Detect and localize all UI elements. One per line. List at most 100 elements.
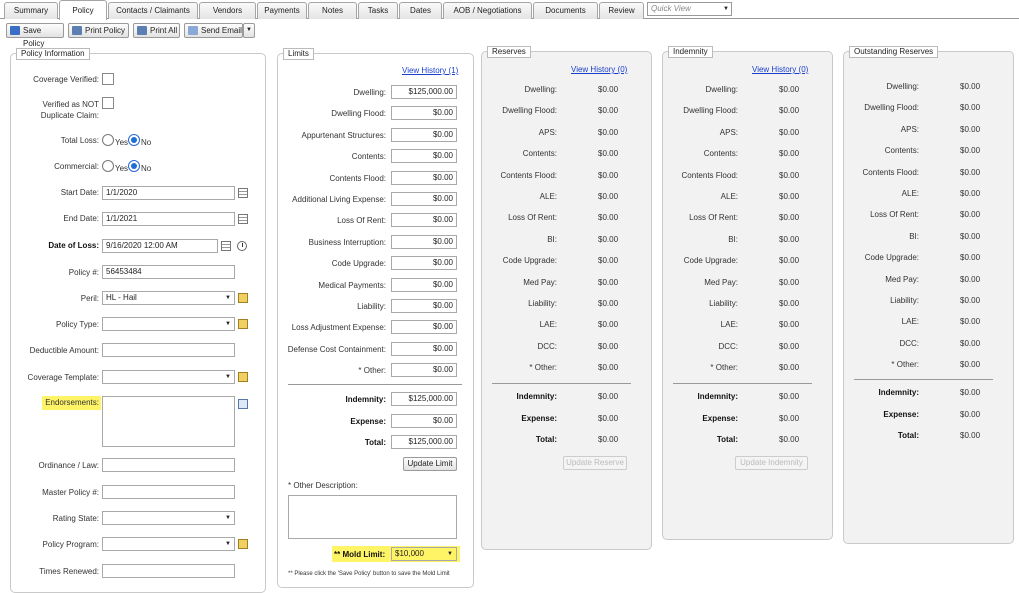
print-all-label: Print All xyxy=(150,26,178,35)
limit-row-input[interactable]: $0.00 xyxy=(391,320,457,335)
reserves-row-value: $0.00 xyxy=(598,170,619,180)
date-of-loss-input[interactable]: 9/16/2020 12:00 AM xyxy=(102,239,218,253)
email-icon xyxy=(188,26,198,35)
outstanding-row-label: BI: xyxy=(909,231,919,241)
update-reserve-button[interactable]: Update Reserve xyxy=(563,456,627,470)
quick-view-select[interactable]: Quick View ▼ xyxy=(647,2,732,16)
send-email-button[interactable]: Send Email xyxy=(184,23,243,38)
tab-payments[interactable]: Payments xyxy=(257,2,307,19)
tab-vendors[interactable]: Vendors xyxy=(199,2,256,19)
indemnity-row-label: Dwelling: xyxy=(705,85,738,94)
limit-row-input[interactable]: $0.00 xyxy=(391,192,457,206)
tab-documents[interactable]: Documents xyxy=(533,2,598,19)
rating-state-select[interactable]: ▼ xyxy=(102,511,235,525)
print-all-button[interactable]: Print All xyxy=(133,23,180,38)
limit-row-input[interactable]: $0.00 xyxy=(391,106,457,121)
limit-row-input[interactable]: $0.00 xyxy=(391,127,457,142)
send-email-dropdown[interactable]: ▼ xyxy=(243,23,255,38)
other-description-textarea[interactable] xyxy=(288,495,457,539)
ordinance-input[interactable] xyxy=(102,458,235,472)
limit-row-input[interactable]: $0.00 xyxy=(391,256,457,271)
limit-row-input[interactable]: $0.00 xyxy=(391,234,457,249)
outstanding-row-label: Contents Flood: xyxy=(862,167,919,177)
coverage-template-select[interactable]: ▼ xyxy=(102,370,235,384)
limit-row-input[interactable]: $0.00 xyxy=(391,299,457,313)
outstanding-row-value: $0.00 xyxy=(960,360,981,370)
end-date-label: End Date: xyxy=(63,214,99,223)
update-indemnity-button[interactable]: Update Indemnity xyxy=(735,456,808,470)
limit-row-input[interactable]: $0.00 xyxy=(391,170,457,185)
outstanding-row-value: $0.00 xyxy=(960,103,981,113)
tab-aob-negotiations[interactable]: AOB / Negotiations xyxy=(443,2,532,19)
outstanding-reserves-legend: Outstanding Reserves xyxy=(849,46,939,58)
commercial-yes-radio[interactable] xyxy=(102,160,114,172)
other-description-label: * Other Description: xyxy=(288,481,358,490)
indemnity-row-label: DCC: xyxy=(718,341,738,351)
limit-total-input[interactable]: $125,000.00 xyxy=(391,392,457,406)
limits-view-history-link[interactable]: View History (1) xyxy=(402,66,458,75)
end-date-input[interactable]: 1/1/2021 xyxy=(102,212,235,226)
commercial-no-radio[interactable] xyxy=(128,160,140,172)
outstanding-row-value: $0.00 xyxy=(960,253,981,263)
limit-row-label: Code Upgrade: xyxy=(331,259,386,269)
limit-row-label: Additional Living Expense: xyxy=(292,195,386,204)
endorsements-textarea[interactable] xyxy=(102,396,235,447)
save-policy-button[interactable]: Save Policy xyxy=(6,23,64,48)
tab-policy[interactable]: Policy xyxy=(59,0,107,20)
limit-row-input[interactable]: $0.00 xyxy=(391,213,457,228)
not-duplicate-checkbox[interactable] xyxy=(102,97,114,109)
total-loss-no-label: No xyxy=(141,138,152,147)
chevron-down-icon: ▼ xyxy=(447,551,453,557)
tab-contacts-claimants[interactable]: Contacts / Claimants xyxy=(108,2,198,19)
update-limit-button[interactable]: Update Limit xyxy=(403,457,457,471)
policy-type-select[interactable]: ▼ xyxy=(102,317,235,331)
mold-limit-select[interactable]: $10,000 ▼ xyxy=(391,547,457,561)
total-loss-yes-radio[interactable] xyxy=(102,134,114,146)
tab-review[interactable]: Review xyxy=(599,2,644,19)
limit-row-input[interactable]: $0.00 xyxy=(391,341,457,356)
coverage-verified-checkbox[interactable] xyxy=(102,73,114,85)
limit-total-input[interactable]: $0.00 xyxy=(391,413,457,428)
reserves-row-value: $0.00 xyxy=(598,192,619,201)
reserves-view-history-link[interactable]: View History (0) xyxy=(571,65,627,74)
save-policy-label: Save Policy xyxy=(23,26,45,48)
limit-row-input[interactable]: $0.00 xyxy=(391,277,457,292)
reserves-row-label: Code Upgrade: xyxy=(502,256,557,266)
limit-row-input[interactable]: $125,000.00 xyxy=(391,85,457,99)
outstanding-row-value: $0.00 xyxy=(960,82,981,91)
times-renewed-input[interactable] xyxy=(102,564,235,578)
limit-row-label: Contents Flood: xyxy=(329,173,386,183)
date-of-loss-label: Date of Loss: xyxy=(48,241,99,250)
tab-notes[interactable]: Notes xyxy=(308,2,357,19)
peril-select[interactable]: HL - Hail ▼ xyxy=(102,291,235,305)
tab-tasks[interactable]: Tasks xyxy=(358,2,398,19)
total-loss-no-radio[interactable] xyxy=(128,134,140,146)
limit-row-input[interactable]: $0.00 xyxy=(391,149,457,164)
edit-icon[interactable] xyxy=(238,539,248,549)
edit-icon[interactable] xyxy=(238,319,248,329)
search-icon[interactable] xyxy=(238,399,248,409)
calendar-icon[interactable] xyxy=(238,188,248,198)
policy-number-input[interactable]: 56453484 xyxy=(102,265,235,279)
print-policy-button[interactable]: Print Policy xyxy=(68,23,129,38)
policy-program-select[interactable]: ▼ xyxy=(102,537,235,551)
deductible-input[interactable] xyxy=(102,343,235,357)
printer-icon xyxy=(137,26,147,35)
tab-summary[interactable]: Summary xyxy=(4,2,58,19)
calendar-icon[interactable] xyxy=(238,214,248,224)
limit-row-input[interactable]: $0.00 xyxy=(391,363,457,378)
indemnity-view-history-link[interactable]: View History (0) xyxy=(752,65,808,74)
master-policy-input[interactable] xyxy=(102,485,235,499)
tab-dates[interactable]: Dates xyxy=(399,2,442,19)
outstanding-row-label: Liability: xyxy=(890,296,919,305)
limits-divider xyxy=(288,384,462,385)
limit-total-input[interactable]: $125,000.00 xyxy=(391,435,457,449)
edit-icon[interactable] xyxy=(238,293,248,303)
edit-icon[interactable] xyxy=(238,372,248,382)
outstanding-row-value: $0.00 xyxy=(960,317,981,327)
clock-icon[interactable] xyxy=(237,241,247,251)
start-date-input[interactable]: 1/1/2020 xyxy=(102,186,235,200)
total-loss-label: Total Loss: xyxy=(60,136,99,145)
total-loss-yes-label: Yes xyxy=(115,138,129,147)
calendar-icon[interactable] xyxy=(221,241,231,251)
